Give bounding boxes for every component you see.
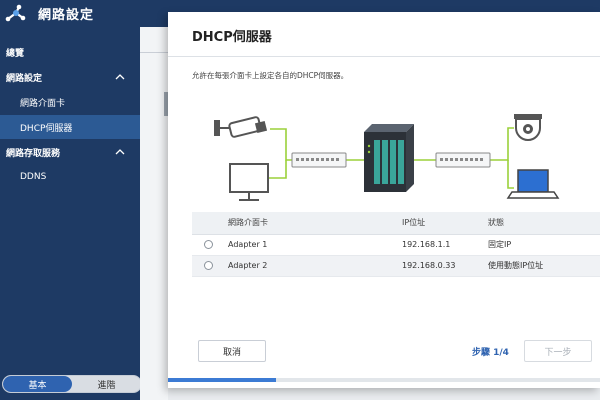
- next-button[interactable]: 下一步: [524, 340, 592, 362]
- dialog-description: 允許在每張介面卡上設定各自的DHCP伺服器。: [192, 71, 349, 80]
- table-row[interactable]: Adapter 1 192.168.1.1 固定IP: [192, 234, 600, 256]
- step-indicator: 步驟 1/4: [472, 348, 509, 358]
- sidebar-item-label: 網路設定: [6, 73, 43, 84]
- table-header-status[interactable]: 狀態: [488, 212, 600, 235]
- adapter-radio[interactable]: [204, 240, 213, 249]
- table-header-ip[interactable]: IP位址: [402, 212, 488, 235]
- mode-toggle: 基本 進階: [2, 375, 142, 393]
- chevron-up-icon[interactable]: [114, 71, 126, 83]
- mode-advanced-button[interactable]: 進階: [72, 376, 141, 392]
- dhcp-wizard-dialog: DHCP伺服器 允許在每張介面卡上設定各自的DHCP伺服器。 網路介面卡 IP位…: [168, 12, 600, 388]
- sidebar-item-label: DHCP伺服器: [20, 123, 73, 134]
- security-camera-icon: [214, 116, 268, 138]
- table-row[interactable]: Adapter 2 192.168.0.33 使用動態IP位址: [192, 255, 600, 277]
- background-divider: [140, 52, 168, 53]
- sidebar-item-label: 網路介面卡: [20, 98, 66, 109]
- adapter-radio[interactable]: [204, 261, 213, 270]
- app-title: 網路設定: [38, 8, 95, 23]
- sidebar: 總覽 網路設定 網路介面卡 DHCP伺服器 網路存取服務 DDNS: [0, 27, 140, 400]
- table-header-adapter[interactable]: 網路介面卡: [226, 212, 402, 235]
- nas-icon: [364, 124, 414, 192]
- sidebar-item-overview[interactable]: 總覽: [0, 40, 140, 64]
- network-diagram: [214, 114, 560, 201]
- network-settings-icon: [4, 3, 28, 25]
- monitor-icon: [229, 163, 269, 201]
- wizard-progress-bar: [168, 378, 600, 382]
- table-header-row: 網路介面卡 IP位址 狀態: [192, 212, 600, 235]
- switch-icon: [435, 152, 491, 168]
- laptop-icon: [506, 169, 560, 199]
- adapter-table: 網路介面卡 IP位址 狀態 Adapter 1 192.168.1.1 固定IP…: [192, 212, 600, 277]
- sidebar-item-ddns[interactable]: DDNS: [0, 165, 140, 189]
- cancel-button[interactable]: 取消: [198, 340, 266, 362]
- adapter-ip: 192.168.1.1: [402, 234, 488, 256]
- mode-basic-button[interactable]: 基本: [3, 376, 72, 392]
- table-header-select: [192, 212, 226, 235]
- sidebar-item-network-adapter[interactable]: 網路介面卡: [0, 90, 140, 114]
- adapter-ip: 192.168.0.33: [402, 255, 488, 277]
- dome-camera-icon: [514, 114, 542, 141]
- dialog-title: DHCP伺服器: [192, 30, 272, 45]
- background-page: [140, 27, 168, 400]
- chevron-up-icon[interactable]: [114, 146, 126, 158]
- sidebar-item-dhcp-server[interactable]: DHCP伺服器: [0, 115, 140, 139]
- adapter-status: 固定IP: [488, 234, 600, 256]
- sidebar-item-label: DDNS: [20, 172, 47, 182]
- adapter-status: 使用動態IP位址: [488, 255, 600, 277]
- wizard-progress-fill: [168, 378, 276, 382]
- dialog-divider: [168, 56, 600, 57]
- sidebar-item-network-settings[interactable]: 網路設定: [0, 65, 140, 89]
- sidebar-item-label: 網路存取服務: [6, 148, 61, 159]
- sidebar-item-label: 總覽: [6, 48, 25, 59]
- switch-icon: [291, 152, 347, 168]
- sidebar-item-network-access[interactable]: 網路存取服務: [0, 140, 140, 164]
- adapter-name: Adapter 1: [226, 234, 402, 256]
- adapter-name: Adapter 2: [226, 255, 402, 277]
